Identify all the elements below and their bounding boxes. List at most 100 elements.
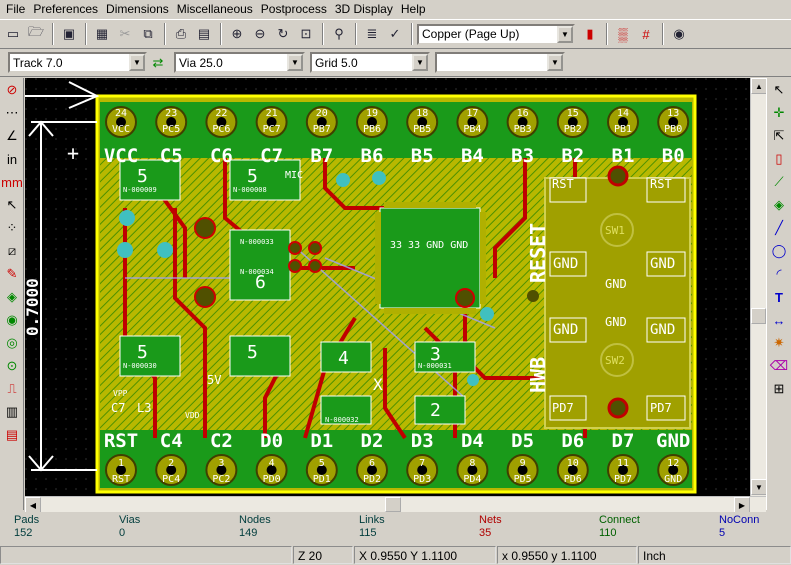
- drc-off-icon[interactable]: ⊘: [1, 79, 23, 101]
- vertical-scroll-thumb[interactable]: [751, 308, 766, 324]
- module-ratsnest-icon[interactable]: ⧄: [1, 240, 23, 262]
- zoom-select[interactable]: ▼: [435, 52, 565, 73]
- scroll-left-icon[interactable]: ◀: [25, 497, 41, 513]
- copy-icon[interactable]: ⧉: [137, 23, 159, 45]
- svg-text:MIC: MIC: [285, 170, 303, 181]
- bottom-pin-number: 6: [369, 458, 375, 469]
- add-track-icon[interactable]: ⟋: [768, 171, 790, 193]
- cut-icon[interactable]: ✂: [114, 23, 136, 45]
- scroll-right-icon[interactable]: ▶: [734, 497, 750, 513]
- menu-postprocess[interactable]: Postprocess: [257, 0, 331, 18]
- zoom-in-icon[interactable]: ⊕: [226, 23, 248, 45]
- polar-coords-icon[interactable]: ∠: [1, 125, 23, 147]
- menu-miscellaneous[interactable]: Miscellaneous: [173, 0, 257, 18]
- chevron-down-icon[interactable]: ▼: [557, 25, 573, 43]
- scroll-down-icon[interactable]: ▼: [751, 479, 767, 495]
- status-bar: Z 20 X 0.9550 Y 1.1100 x 0.9550 y 1.1100…: [0, 545, 791, 565]
- horizontal-scrollbar[interactable]: ◀ ▶: [25, 496, 766, 513]
- cursor-shape-icon[interactable]: ↖: [1, 194, 23, 216]
- autoplace-icon[interactable]: ▒: [612, 23, 634, 45]
- netlist-icon[interactable]: ≣: [361, 23, 383, 45]
- zoom-status: Z 20: [293, 546, 353, 564]
- units-inch-icon[interactable]: in: [1, 148, 23, 170]
- horizontal-scroll-thumb[interactable]: [385, 497, 401, 512]
- track-sketch-icon[interactable]: ⊙: [1, 355, 23, 377]
- pcb-canvas[interactable]: 0.7000 + SW1 SW2 GND GND GND GND GND GND…: [25, 78, 750, 496]
- set-offset-icon[interactable]: ⊞: [768, 378, 790, 400]
- add-zone-icon[interactable]: ◈: [768, 194, 790, 216]
- plot-icon[interactable]: ▤: [193, 23, 215, 45]
- add-text-icon[interactable]: T: [768, 286, 790, 308]
- chevron-down-icon[interactable]: ▼: [129, 54, 145, 71]
- zoom-fit-icon[interactable]: ⊡: [295, 23, 317, 45]
- zoom-redraw-icon[interactable]: ↻: [272, 23, 294, 45]
- top-pin-name: VCC: [112, 124, 130, 135]
- menu-preferences[interactable]: Preferences: [29, 0, 102, 18]
- high-contrast-icon[interactable]: ⎍: [1, 378, 23, 400]
- zoom-out-icon[interactable]: ⊖: [249, 23, 271, 45]
- menu-3d-display[interactable]: 3D Display: [331, 0, 397, 18]
- module-editor-icon[interactable]: ▦: [91, 23, 113, 45]
- via-sketch-icon[interactable]: ◎: [1, 332, 23, 354]
- chevron-down-icon[interactable]: ▼: [412, 54, 428, 71]
- units-mm-icon[interactable]: mm: [1, 171, 23, 193]
- chevron-down-icon[interactable]: ▼: [547, 54, 563, 71]
- delete-icon[interactable]: ⌫: [768, 355, 790, 377]
- top-silk-label: B1: [612, 145, 635, 167]
- top-silk-label: B2: [561, 145, 584, 167]
- bottom-pin-name: PD3: [413, 474, 431, 485]
- track-width-select[interactable]: Track 7.0 ▼: [8, 52, 147, 73]
- bottom-pin-name: PD1: [313, 474, 331, 485]
- stat-label: Nets: [479, 514, 502, 526]
- left-options-toolbar: ⊘ ⋯ ∠ in mm ↖ ⁘ ⧄ ✎ ◈ ◉ ◎ ⊙ ⎍ ▥ ▤: [0, 78, 24, 510]
- top-pin-name: PB3: [514, 124, 532, 135]
- pad-sketch-icon[interactable]: ◉: [1, 309, 23, 331]
- menu-help[interactable]: Help: [397, 0, 430, 18]
- bottom-pin-number: 4: [269, 458, 275, 469]
- vertical-scrollbar[interactable]: ▲ ▼: [750, 78, 767, 496]
- layer-manager-icon[interactable]: ▥: [1, 401, 23, 423]
- auto-delete-track-icon[interactable]: ✎: [1, 263, 23, 285]
- highlight-net-icon[interactable]: ✛: [768, 102, 790, 124]
- find-icon[interactable]: ⚲: [328, 23, 350, 45]
- menu-file[interactable]: File: [2, 0, 29, 18]
- add-target-icon[interactable]: ✷: [768, 332, 790, 354]
- chevron-down-icon[interactable]: ▼: [287, 54, 303, 71]
- microwave-icon[interactable]: ▤: [1, 424, 23, 446]
- bottom-pin-name: PD7: [614, 474, 632, 485]
- add-line-icon[interactable]: ╱: [768, 217, 790, 239]
- grid-select[interactable]: Grid 5.0 ▼: [310, 52, 430, 73]
- autoroute-icon[interactable]: #: [635, 23, 657, 45]
- new-board-icon[interactable]: ▭: [2, 23, 24, 45]
- menu-dimensions[interactable]: Dimensions: [102, 0, 173, 18]
- web-icon[interactable]: ◉: [668, 23, 690, 45]
- stat-label: Connect: [599, 514, 640, 526]
- add-dimension-icon[interactable]: ↔: [768, 309, 790, 331]
- ratsnest-icon[interactable]: ⁘: [1, 217, 23, 239]
- open-folder-icon[interactable]: 🗁: [25, 23, 47, 45]
- toolbar-separator: [85, 23, 87, 45]
- layer-pair-icon[interactable]: ▮: [579, 23, 601, 45]
- save-icon[interactable]: ▣: [58, 23, 80, 45]
- layer-select[interactable]: Copper (Page Up) ▼: [417, 23, 575, 45]
- top-pin-number: 19: [366, 108, 378, 119]
- top-pin-number: 13: [667, 108, 679, 119]
- pd7-label: PD7: [650, 401, 672, 415]
- scroll-up-icon[interactable]: ▲: [751, 78, 767, 94]
- local-ratsnest-icon[interactable]: ⇱: [768, 125, 790, 147]
- add-module-icon[interactable]: ▯: [768, 148, 790, 170]
- grid-toggle-icon[interactable]: ⋯: [1, 102, 23, 124]
- zone-fill-icon[interactable]: ◈: [1, 286, 23, 308]
- top-header-band: [100, 102, 692, 158]
- pcb-drawing[interactable]: 0.7000 + SW1 SW2 GND GND GND GND GND GND…: [25, 78, 750, 496]
- print-icon[interactable]: ⎙: [170, 23, 192, 45]
- drc-icon[interactable]: ✓: [384, 23, 406, 45]
- select-arrow-icon[interactable]: ↖: [768, 79, 790, 101]
- add-circle-icon[interactable]: ◯: [768, 240, 790, 262]
- stat-label: Vias: [119, 514, 141, 526]
- auto-track-width-icon[interactable]: ⇄: [147, 52, 169, 74]
- toolbar-separator: [662, 23, 664, 45]
- via-size-select[interactable]: Via 25.0 ▼: [174, 52, 305, 73]
- main-toolbar: ▭ 🗁 ▣ ▦ ✂ ⧉ ⎙ ▤ ⊕ ⊖ ↻ ⊡ ⚲ ≣ ✓ Copper (Pa…: [0, 19, 791, 49]
- add-arc-icon[interactable]: ◜: [768, 263, 790, 285]
